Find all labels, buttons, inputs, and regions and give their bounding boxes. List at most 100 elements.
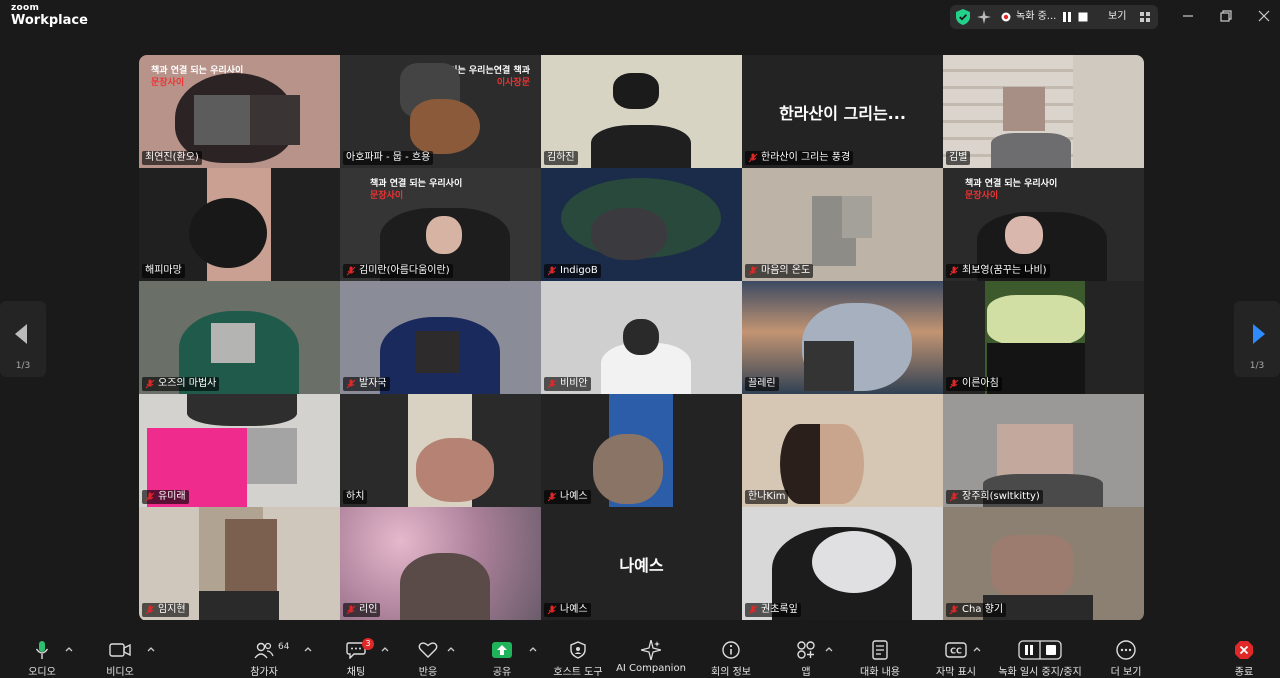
video-tile[interactable]: 임지현 <box>139 507 340 620</box>
video-tile[interactable]: 나예스 <box>541 394 742 507</box>
host-tools-button[interactable]: 호스트 도구 <box>548 634 608 678</box>
chevron-up-icon[interactable] <box>146 644 156 654</box>
mic-muted-icon <box>949 379 959 389</box>
page-indicator-left: 1/3 <box>15 361 31 371</box>
video-tile[interactable]: 비비안 <box>541 281 742 394</box>
chevron-up-icon[interactable] <box>303 644 313 654</box>
apps-icon <box>794 640 818 660</box>
video-label: 비디오 <box>106 667 134 678</box>
mic-muted-icon <box>949 492 959 502</box>
recording-control-button[interactable]: 녹화 일시 중지/중지 <box>992 634 1088 678</box>
restore-icon[interactable] <box>1218 8 1234 24</box>
prev-page-button[interactable]: 1/3 <box>0 301 46 377</box>
video-tile-no-video[interactable]: 나예스 나예스 <box>541 507 742 620</box>
video-tile[interactable]: 책과 연결 되는 우리사이 문장사이 최보영(꿈꾸는 나비) <box>943 168 1144 281</box>
share-screen-button[interactable]: 공유 <box>480 634 524 678</box>
video-camera-icon <box>108 640 132 660</box>
view-button[interactable]: 보기 <box>1108 5 1126 29</box>
stop-icon[interactable] <box>1076 5 1090 29</box>
host-tools-label: 호스트 도구 <box>553 667 603 678</box>
ai-sparkle-icon <box>639 640 663 660</box>
chevron-up-icon[interactable] <box>972 644 982 654</box>
mic-muted-icon <box>346 266 356 276</box>
video-tile[interactable]: IndigoB <box>541 168 742 281</box>
video-tile[interactable]: 책과 연결 되는 우리사이 문장사이 김미란(아름다움이란) <box>340 168 541 281</box>
transcript-button[interactable]: 대화 내용 <box>852 634 908 678</box>
chevron-up-icon[interactable] <box>380 644 390 654</box>
ai-sparkle-icon[interactable] <box>976 5 992 29</box>
apps-button[interactable]: 앱 <box>784 634 828 678</box>
ai-companion-button[interactable]: AI Companion <box>614 634 688 675</box>
mic-muted-icon <box>145 492 155 502</box>
video-tile[interactable]: 권초록잎 <box>742 507 943 620</box>
more-button[interactable]: 더 보기 <box>1104 634 1148 678</box>
recording-status-pill[interactable]: 녹화 중... 보기 <box>950 5 1158 29</box>
video-tile[interactable]: 이른아침 <box>943 281 1144 394</box>
participant-name: 최연진(환오) <box>142 151 202 165</box>
zoom-logo: zoom Workplace <box>11 4 88 28</box>
participant-name: 권초록잎 <box>745 603 801 617</box>
participant-name: 유미래 <box>142 490 189 504</box>
document-icon <box>868 640 892 660</box>
video-tile[interactable]: 끌레린 <box>742 281 943 394</box>
participant-name: 최보영(꿈꾸는 나비) <box>946 264 1050 278</box>
participants-count: 64 <box>278 642 290 652</box>
video-button[interactable]: 비디오 <box>98 634 142 678</box>
participant-name: 한라산이 그리는 풍경 <box>745 151 854 165</box>
reactions-button[interactable]: 반응 <box>406 634 450 678</box>
transcript-label: 대화 내용 <box>860 667 900 678</box>
ai-companion-label: AI Companion <box>616 663 686 674</box>
mic-muted-icon <box>949 266 959 276</box>
poster-title: 책과 연결 되는 우리사이 문장사이 <box>370 179 463 201</box>
chevron-up-icon[interactable] <box>64 644 74 654</box>
end-label: 종료 <box>1234 667 1254 678</box>
mic-muted-icon <box>748 605 758 615</box>
pause-icon[interactable] <box>1060 5 1074 29</box>
mic-muted-icon <box>547 492 557 502</box>
minimize-icon[interactable] <box>1180 8 1196 24</box>
video-tile-active-speaker[interactable]: 사이는 우리는연결 책과 이사장문 아호파파 - 뭅 - 흐용 <box>340 55 541 168</box>
video-tile[interactable]: 김별 <box>943 55 1144 168</box>
participant-name: 하치 <box>343 490 368 504</box>
video-tile[interactable]: 발자국 <box>340 281 541 394</box>
video-tile[interactable]: 마음의 온도 <box>742 168 943 281</box>
chevron-up-icon[interactable] <box>446 644 456 654</box>
close-icon[interactable] <box>1256 8 1272 24</box>
meeting-info-button[interactable]: 회의 정보 <box>702 634 760 678</box>
shield-check-icon[interactable] <box>954 5 972 29</box>
video-tile[interactable]: 김하진 <box>541 55 742 168</box>
participant-name: 장주희(swltkitty) <box>946 490 1043 504</box>
gallery-grid: 책과 연결 되는 우리사이 문장사이 최연진(환오) 사이는 우리는연결 책과 이사… <box>139 55 1144 621</box>
video-tile[interactable]: 한나Kim <box>742 394 943 507</box>
chat-label: 채팅 <box>346 667 366 678</box>
video-tile[interactable]: 하치 <box>340 394 541 507</box>
video-tile-no-video[interactable]: 한라산이 그리는... 한라산이 그리는 풍경 <box>742 55 943 168</box>
page-indicator-right: 1/3 <box>1249 361 1265 371</box>
end-meeting-button[interactable]: 종료 <box>1222 634 1266 678</box>
video-stage: 1/3 1/3 책과 연결 되는 우리사이 문장사이 최연진(환오) 사이는 우리… <box>0 36 1280 634</box>
mic-muted-icon <box>547 379 557 389</box>
audio-button[interactable]: 오디오 <box>20 634 64 678</box>
participant-name: 마음의 온도 <box>745 264 814 278</box>
video-tile[interactable]: 장주희(swltkitty) <box>943 394 1144 507</box>
participants-button[interactable]: 참가자 <box>242 634 286 678</box>
video-tile[interactable]: 오즈의 마법사 <box>139 281 340 394</box>
video-tile[interactable]: 해피마망 <box>139 168 340 281</box>
more-label: 더 보기 <box>1110 667 1142 678</box>
mic-muted-icon <box>547 266 557 276</box>
heart-icon <box>416 640 440 660</box>
video-tile[interactable]: 유미래 <box>139 394 340 507</box>
video-tile[interactable]: 책과 연결 되는 우리사이 문장사이 최연진(환오) <box>139 55 340 168</box>
grid-view-icon[interactable] <box>1138 5 1152 29</box>
chevron-up-icon[interactable] <box>528 644 538 654</box>
next-page-button[interactable]: 1/3 <box>1234 301 1280 377</box>
captions-button[interactable]: CC 자막 표시 <box>928 634 984 678</box>
participant-name: Cha 향기 <box>946 603 1007 617</box>
video-tile[interactable]: Cha 향기 <box>943 507 1144 620</box>
participant-name: IndigoB <box>544 264 601 278</box>
participant-name: 임지현 <box>142 603 189 617</box>
chevron-up-icon[interactable] <box>824 644 834 654</box>
svg-text:CC: CC <box>950 647 962 656</box>
meeting-info-label: 회의 정보 <box>711 667 751 678</box>
video-tile[interactable]: 리인 <box>340 507 541 620</box>
